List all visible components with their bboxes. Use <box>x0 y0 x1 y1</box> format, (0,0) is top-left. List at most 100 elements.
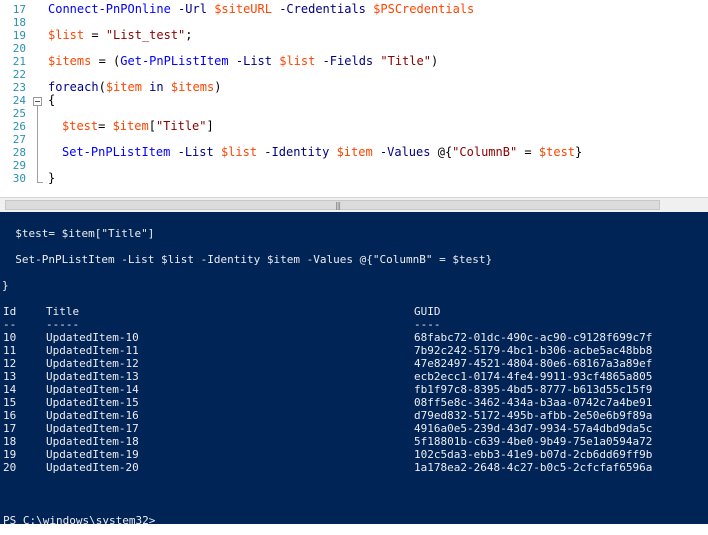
line-number: 29 <box>12 159 26 172</box>
row-title: UpdatedItem-10 <box>46 331 139 344</box>
parameter: -Values <box>372 145 438 159</box>
code-line-30[interactable]: } <box>48 171 55 185</box>
cmdlet: Set-PnPListItem <box>62 145 171 159</box>
line-number: 22 <box>12 68 26 81</box>
parameter: -List <box>170 145 221 159</box>
row-guid: 1a178ea2-2648-4c27-b0c5-2cfcfaf6596a <box>414 461 653 474</box>
column-underline: ---- <box>414 318 441 331</box>
collapse-block-icon[interactable] <box>33 97 42 106</box>
row-title: UpdatedItem-12 <box>46 357 139 370</box>
grip-icon: ||| <box>335 201 341 210</box>
punctuation: ( <box>98 80 106 94</box>
column-underline: -- <box>3 318 17 331</box>
variable: $list <box>220 145 258 159</box>
column-header-id: Id <box>3 305 17 318</box>
variable: $PSCredentials <box>373 2 475 16</box>
horizontal-scrollbar[interactable]: ||| <box>0 197 708 212</box>
console-echo-line: } <box>2 279 9 292</box>
row-id: 10 <box>3 331 17 344</box>
line-number: 19 <box>12 29 26 42</box>
row-id: 18 <box>3 435 17 448</box>
variable: $items <box>48 54 92 68</box>
column-header-title: Title <box>46 305 80 318</box>
parameter: -List <box>228 54 280 68</box>
parameter: -Credentials <box>271 2 374 16</box>
row-title: UpdatedItem-11 <box>46 344 139 357</box>
code-line-17[interactable]: Connect-PnPOnline -Url $siteURL -Credent… <box>48 2 474 16</box>
code-line-28[interactable]: Set-PnPListItem -List $list -Identity $i… <box>62 145 582 159</box>
punctuation: ; <box>185 28 193 42</box>
row-title: UpdatedItem-18 <box>46 435 139 448</box>
column-underline: ----- <box>46 318 80 331</box>
row-id: 15 <box>3 396 17 409</box>
console-prompt[interactable]: PS C:\windows\system32> <box>3 514 155 524</box>
line-number: 18 <box>12 16 26 29</box>
code-line-19[interactable]: $list = "List_test"; <box>48 28 193 42</box>
line-number: 26 <box>12 120 26 133</box>
row-id: 11 <box>3 344 17 357</box>
string: "Title" <box>155 119 207 133</box>
parameter: -Identity <box>257 145 337 159</box>
console-echo-line: Set-PnPListItem -List $list -Identity $i… <box>2 253 493 266</box>
parameter: -Url <box>170 2 215 16</box>
line-number: 24 <box>12 94 26 107</box>
keyword: foreach <box>48 80 99 94</box>
script-editor[interactable]: 17 18 19 20 21 22 23 24 25 26 27 28 29 3… <box>0 0 708 197</box>
console-pane[interactable]: $test= $item["Title"] Set-PnPListItem -L… <box>0 212 708 524</box>
string: "ColumnB" <box>452 145 518 159</box>
row-guid: 102c5da3-ebb3-41e9-b07d-2cb6dd69ff9b <box>414 448 653 461</box>
operator: = ( <box>91 54 121 68</box>
code-line-21[interactable]: $items = (Get-PnPListItem -List $list -F… <box>48 54 438 68</box>
line-number: 25 <box>12 107 26 120</box>
line-number: 28 <box>12 146 26 159</box>
line-number: 20 <box>12 42 26 55</box>
line-number: 17 <box>12 3 26 16</box>
console-echo-line: $test= $item["Title"] <box>2 227 155 240</box>
line-number: 30 <box>12 172 26 185</box>
parameter: -Fields <box>315 54 381 68</box>
row-id: 16 <box>3 409 17 422</box>
variable: $list <box>48 28 85 42</box>
row-title: UpdatedItem-14 <box>46 383 139 396</box>
punctuation: @{ <box>437 145 453 159</box>
punctuation: ) <box>214 80 222 94</box>
row-guid: 7b92c242-5179-4bc1-b306-acbe5ac48bb8 <box>414 344 653 357</box>
punctuation: ] <box>206 119 214 133</box>
variable: $item <box>336 145 373 159</box>
scrollbar-corner <box>662 198 708 212</box>
row-id: 13 <box>3 370 17 383</box>
code-line-23[interactable]: foreach($item in $items) <box>48 80 221 94</box>
operator: = <box>84 28 106 42</box>
line-number: 27 <box>12 133 26 146</box>
row-id: 12 <box>3 357 17 370</box>
cmdlet: Get-PnPListItem <box>120 54 229 68</box>
keyword: in <box>141 80 171 94</box>
operator: = <box>98 119 113 133</box>
variable: $test <box>62 119 99 133</box>
punctuation: } <box>575 145 583 159</box>
row-guid: fb1f97c8-8395-4bd5-8777-b613d55c15f9 <box>414 383 653 396</box>
variable: $list <box>279 54 316 68</box>
column-header-guid: GUID <box>414 305 441 318</box>
row-id: 14 <box>3 383 17 396</box>
fold-guide-end <box>37 182 43 183</box>
brace: { <box>48 93 56 107</box>
punctuation: ) <box>430 54 439 68</box>
row-id: 19 <box>3 448 17 461</box>
code-line-26[interactable]: $test= $item["Title"] <box>62 119 214 133</box>
variable: $items <box>170 80 215 94</box>
code-line-24[interactable]: { <box>48 93 55 107</box>
row-title: UpdatedItem-16 <box>46 409 139 422</box>
line-number: 21 <box>12 55 26 68</box>
row-id: 17 <box>3 422 17 435</box>
scrollbar-thumb[interactable]: ||| <box>5 200 660 210</box>
cmdlet: Connect-PnPOnline <box>48 2 171 16</box>
row-guid: d79ed832-5172-495b-afbb-2e50e6b9f89a <box>414 409 653 422</box>
line-number: 23 <box>12 81 26 94</box>
row-guid: 5f18801b-c639-4be0-9b49-75e1a0594a72 <box>414 435 653 448</box>
variable: $item <box>112 119 149 133</box>
string: "Title" <box>380 54 431 68</box>
row-title: UpdatedItem-20 <box>46 461 139 474</box>
row-title: UpdatedItem-19 <box>46 448 139 461</box>
row-guid: 08ff5e8c-3462-434a-b3aa-0742c7a4be91 <box>414 396 653 409</box>
